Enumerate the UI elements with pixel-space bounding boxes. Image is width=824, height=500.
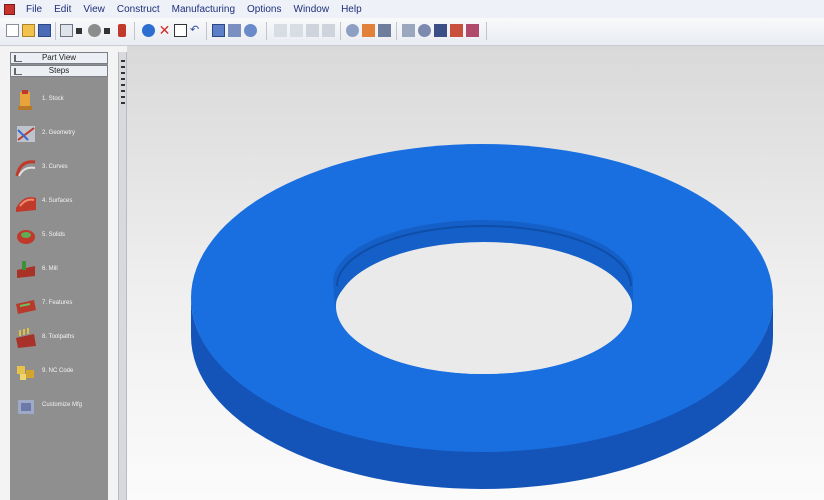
washer-hole [337,242,631,374]
curves-icon [15,160,36,177]
step-curves[interactable]: 3. Curves [10,154,108,184]
grid-view-icon[interactable] [60,24,73,37]
rotate-icon[interactable] [88,24,101,37]
step-label: 1. Stock [42,96,64,102]
toolpaths-icon [16,328,36,348]
step-nc-code[interactable]: 9. NC Code [10,358,108,388]
pointer-icon[interactable] [118,24,126,37]
select-icon[interactable] [174,24,187,37]
main-toolbar: ✕ ↶ [0,18,824,46]
orientation-bar[interactable] [118,52,127,500]
fit-icon[interactable] [434,24,447,37]
geometry-icon [17,126,35,142]
step-label: 4. Surfaces [42,198,73,204]
measure-icon[interactable] [450,24,463,37]
dropdown-arrow-icon[interactable] [76,28,82,34]
step-features[interactable]: 7. Features [10,290,108,320]
render-icon[interactable] [466,24,479,37]
customize-icon [18,400,34,414]
tab-steps-label: Steps [48,66,70,75]
menu-bar: File Edit View Construct Manufacturing O… [0,0,824,18]
line-icon[interactable] [290,24,303,37]
mill-icon [17,261,35,278]
copy-icon[interactable] [212,24,225,37]
step-surfaces[interactable]: 4. Surfaces [10,188,108,218]
undo-icon[interactable]: ↶ [190,24,203,37]
model-viewport[interactable] [127,46,824,500]
part-view-icon [14,55,22,62]
menu-construct[interactable]: Construct [111,4,166,15]
step-label: 6. Mill [42,266,58,272]
dropdown-arrow-icon-2[interactable] [104,28,110,34]
menu-options[interactable]: Options [241,4,287,15]
stock-icon [18,90,32,110]
spline-icon[interactable] [322,24,335,37]
shade-icon[interactable] [244,24,257,37]
step-solids[interactable]: 5. Solids [10,222,108,252]
menu-window[interactable]: Window [288,4,336,15]
steps-icon [14,68,22,75]
step-label: 8. Toolpaths [42,334,75,340]
pan-icon[interactable] [418,24,431,37]
left-margin [0,46,10,500]
view-top-icon[interactable] [378,24,391,37]
solids-icon [17,230,35,244]
step-label: 5. Solids [42,232,66,238]
surfaces-icon [16,197,36,212]
step-stock[interactable]: 1. Stock [10,86,108,116]
step-label: 7. Features [42,300,73,306]
point-icon[interactable] [274,24,287,37]
layers-icon[interactable] [228,24,241,37]
view-front-icon[interactable] [346,24,359,37]
step-label: 9. NC Code [42,368,74,374]
menu-help[interactable]: Help [335,4,368,15]
menu-view[interactable]: View [77,4,111,15]
app-logo-icon [4,3,15,15]
menu-edit[interactable]: Edit [48,4,77,15]
nc-code-icon [17,366,34,380]
washer-model[interactable] [127,46,824,500]
step-geometry[interactable]: 2. Geometry [10,120,108,150]
features-icon [16,300,36,314]
arc-icon[interactable] [306,24,319,37]
view-iso-icon[interactable] [362,24,375,37]
new-file-icon[interactable] [6,24,19,37]
delete-icon[interactable]: ✕ [158,23,171,37]
tab-part-view-label: Part View [41,53,77,62]
step-toolpaths[interactable]: 8. Toolpaths [10,324,108,354]
sphere-icon[interactable] [142,24,155,37]
app-window: File Edit View Construct Manufacturing O… [0,0,824,500]
steps-panel: Part View Steps 1. Stock 2. Geometry 3. … [10,52,108,500]
step-customize-mfg[interactable]: Customize Mfg [10,392,108,422]
step-label: 3. Curves [42,164,68,170]
step-label: 2. Geometry [42,130,76,136]
tab-steps[interactable]: Steps [10,65,108,77]
step-label: Customize Mfg [42,402,83,408]
menu-file[interactable]: File [20,4,48,15]
save-icon[interactable] [38,24,51,37]
step-mill[interactable]: 6. Mill [10,256,108,286]
open-folder-icon[interactable] [22,24,35,37]
menu-manufacturing[interactable]: Manufacturing [166,4,241,15]
tab-part-view[interactable]: Part View [10,52,108,64]
zoom-icon[interactable] [402,24,415,37]
